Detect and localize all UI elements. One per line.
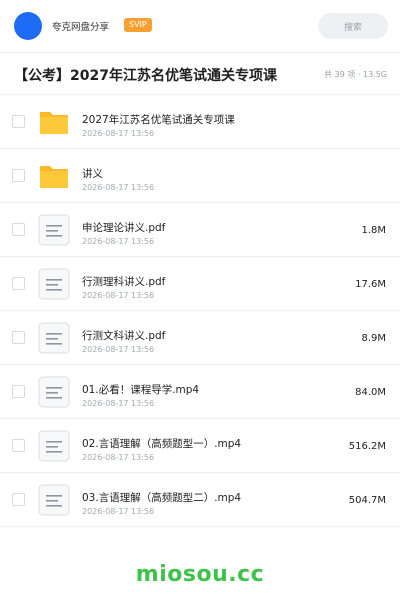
list-item[interactable]: 02.言语理解（高频题型一）.mp4 2026-08-17 13:56 516.2M <box>0 419 400 473</box>
item-name: 02.言语理解（高频题型一）.mp4 <box>82 438 242 450</box>
item-size: 516.2M <box>348 441 386 452</box>
item-size: 1.8M <box>361 225 386 236</box>
watermark: miosou.cc <box>135 561 265 587</box>
item-date: 2026-08-17 13:56 <box>82 291 155 300</box>
item-size: 84.0M <box>355 387 386 398</box>
svip-badge[interactable]: SVIP <box>124 18 152 32</box>
item-name: 03.言语理解（高频题型二）.mp4 <box>82 492 242 504</box>
top-bar: 夸克网盘分享 SVIP 搜索 <box>0 0 400 52</box>
avatar[interactable] <box>14 12 42 40</box>
row-checkbox[interactable] <box>12 277 25 290</box>
document-icon <box>38 430 70 462</box>
list-item[interactable]: 行测文科讲义.pdf 2026-08-17 13:56 8.9M <box>0 311 400 365</box>
footer: miosou.cc <box>0 548 400 600</box>
item-name: 2027年江苏名优笔试通关专项课 <box>82 114 235 126</box>
item-date: 2026-08-17 13:56 <box>82 399 155 408</box>
row-checkbox[interactable] <box>12 169 25 182</box>
list-item[interactable]: 行测理科讲义.pdf 2026-08-17 13:56 17.6M <box>0 257 400 311</box>
search-input[interactable]: 搜索 <box>318 13 388 39</box>
folder-icon <box>38 160 70 192</box>
document-icon <box>38 376 70 408</box>
item-name: 行测理科讲义.pdf <box>82 276 166 288</box>
file-list: 2027年江苏名优笔试通关专项课 2026-08-17 13:56 讲义 2026-0… <box>0 95 400 527</box>
row-checkbox[interactable] <box>12 115 25 128</box>
divider <box>0 52 400 53</box>
item-size: 8.9M <box>361 333 386 344</box>
row-checkbox[interactable] <box>12 439 25 452</box>
folder-meta: 共 39 项 · 13.5G <box>324 70 387 79</box>
list-item[interactable]: 2027年江苏名优笔试通关专项课 2026-08-17 13:56 <box>0 95 400 149</box>
item-size: 504.7M <box>348 495 386 506</box>
list-item[interactable]: 讲义 2026-08-17 13:56 <box>0 149 400 203</box>
item-name: 行测文科讲义.pdf <box>82 330 166 342</box>
row-checkbox[interactable] <box>12 385 25 398</box>
document-icon <box>38 484 70 516</box>
page-title: 【公考】2027年江苏名优笔试通关专项课 <box>14 68 277 84</box>
item-name: 申论理论讲义.pdf <box>82 222 166 234</box>
item-name: 01.必看！课程导学.mp4 <box>82 384 200 396</box>
folder-icon <box>38 106 70 138</box>
item-date: 2026-08-17 13:56 <box>82 237 155 246</box>
item-name: 讲义 <box>82 168 103 180</box>
list-item[interactable]: 申论理论讲义.pdf 2026-08-17 13:56 1.8M <box>0 203 400 257</box>
document-icon <box>38 214 70 246</box>
item-date: 2026-08-17 13:56 <box>82 345 155 354</box>
document-icon <box>38 322 70 354</box>
item-date: 2026-08-17 13:56 <box>82 183 155 192</box>
folder-header: 【公考】2027年江苏名优笔试通关专项课 共 39 项 · 13.5G <box>0 56 400 94</box>
item-date: 2026-08-17 13:56 <box>82 453 155 462</box>
row-checkbox[interactable] <box>12 223 25 236</box>
row-checkbox[interactable] <box>12 493 25 506</box>
document-icon <box>38 268 70 300</box>
app-name: 夸克网盘分享 <box>52 22 110 33</box>
list-item[interactable]: 03.言语理解（高频题型二）.mp4 2026-08-17 13:56 504.7M <box>0 473 400 527</box>
list-item[interactable]: 01.必看！课程导学.mp4 2026-08-17 13:56 84.0M <box>0 365 400 419</box>
row-checkbox[interactable] <box>12 331 25 344</box>
item-date: 2026-08-17 13:56 <box>82 507 155 516</box>
item-size: 17.6M <box>355 279 386 290</box>
item-date: 2026-08-17 13:56 <box>82 129 155 138</box>
